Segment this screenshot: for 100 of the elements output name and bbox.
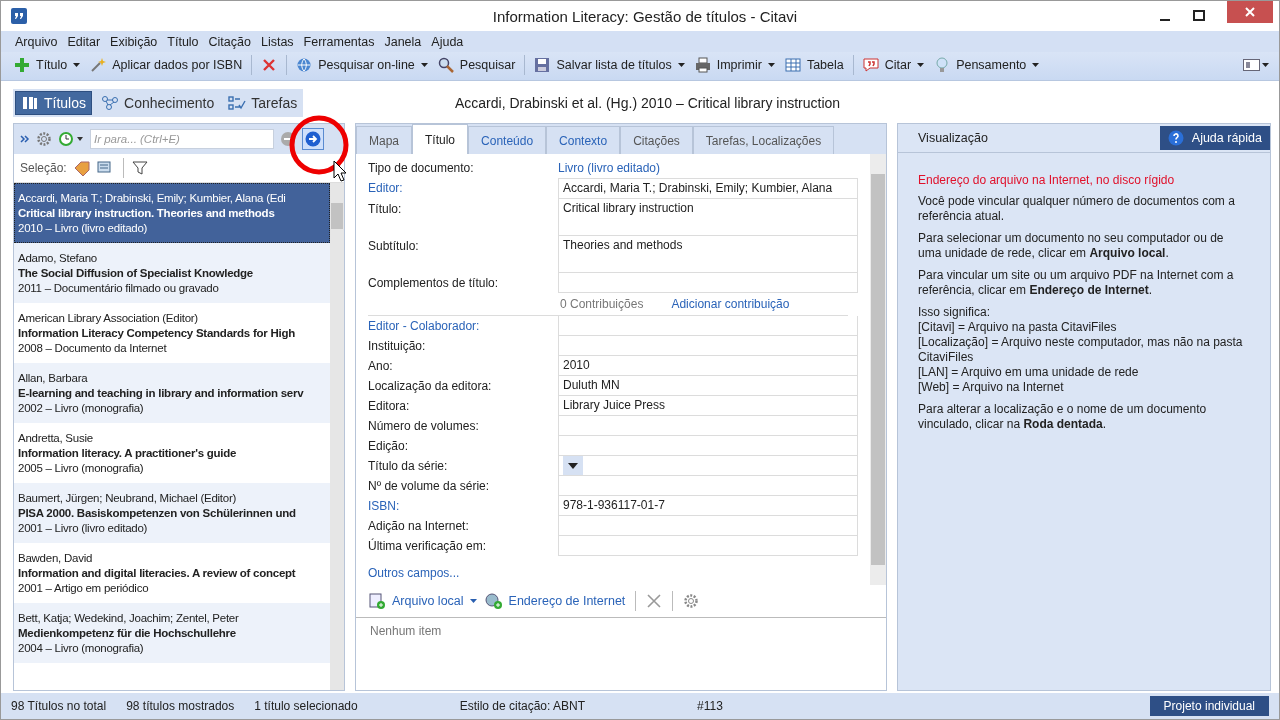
checklist-icon: [228, 95, 247, 111]
menu-item[interactable]: Citação: [208, 35, 251, 49]
toolbar-button[interactable]: Salvar lista de títulos: [531, 54, 688, 76]
highlight-circle: [288, 114, 350, 176]
reference-item[interactable]: Bawden, David Information and digital literacies. A review of concept 2001 – Artigo em periódico: [14, 543, 330, 603]
project-badge: Projeto individual: [1149, 696, 1269, 716]
menu-item[interactable]: Exibição: [110, 35, 158, 49]
toolbar-button[interactable]: Aplicar dados por ISBN: [87, 54, 246, 76]
go-button[interactable]: [302, 128, 324, 150]
help-text: Isso significa:: [918, 305, 992, 320]
field-label: Título da série:: [368, 458, 449, 475]
field-link[interactable]: ISBN:: [368, 496, 558, 516]
nav-tab[interactable]: Títulos: [15, 91, 92, 115]
close-button[interactable]: [1227, 1, 1273, 23]
field-label: Instituição:: [368, 338, 427, 355]
expand-icon[interactable]: [20, 134, 30, 144]
menu-item[interactable]: Arquivo: [15, 35, 58, 49]
help-text: Você pode vincular qualquer número de documentos com a referência atual.: [918, 194, 1236, 224]
close-icon: [1244, 6, 1256, 18]
status-text: 98 Títulos no total: [11, 699, 107, 713]
tag-icon[interactable]: [72, 160, 91, 176]
toolbar-button[interactable]: Título: [11, 54, 84, 76]
menu-item[interactable]: Janela: [384, 35, 422, 49]
scrollbar[interactable]: [330, 183, 344, 690]
layout-icon[interactable]: [1243, 59, 1269, 71]
reference-item[interactable]: Andretta, Susie Information literacy. A practitioner's guide 2005 – Livro (monografia): [14, 423, 330, 483]
menu-item[interactable]: Ajuda: [431, 35, 464, 49]
input-field[interactable]: [558, 476, 858, 496]
help-button[interactable]: Ajuda rápida: [1159, 126, 1270, 150]
menu-item[interactable]: Título: [167, 35, 199, 49]
editor-tab[interactable]: Contexto: [546, 126, 621, 154]
help-icon: [1167, 130, 1184, 146]
menu-item[interactable]: Listas: [260, 35, 294, 49]
filter-icon[interactable]: [131, 160, 148, 176]
wand-icon: [90, 57, 107, 73]
more-fields-link[interactable]: Outros campos...: [368, 566, 870, 580]
input-field[interactable]: [558, 273, 858, 293]
editor-tab[interactable]: Citações: [620, 126, 693, 154]
delete-icon[interactable]: [646, 593, 663, 609]
input-field[interactable]: [558, 536, 858, 556]
field-label: Subtítulo:: [368, 238, 420, 255]
nav-tab[interactable]: Tarefas: [223, 91, 303, 115]
toolbar-button[interactable]: Tabela: [781, 54, 847, 76]
lightbulb-icon: [934, 57, 951, 73]
toolbar-button[interactable]: Imprimir: [691, 54, 778, 76]
app-logo-icon: [11, 8, 27, 24]
gear-icon[interactable]: [36, 131, 52, 147]
input-field[interactable]: Duluth MN: [558, 376, 858, 396]
dropdown-field[interactable]: [558, 456, 858, 476]
editor-tab[interactable]: Conteúdo: [468, 126, 547, 154]
field-link[interactable]: Editor - Colaborador:: [368, 316, 558, 336]
toolbar-button[interactable]: Citar: [859, 54, 928, 76]
input-field[interactable]: 2010: [558, 356, 858, 376]
toolbar-button[interactable]: Pesquisar: [434, 54, 519, 76]
reference-item[interactable]: Bett, Katja; Wedekind, Joachim; Zentel, Peter Medienkompetenz für die Hochschullehre 2004 – Livro (monografia): [14, 603, 330, 663]
input-field[interactable]: [558, 416, 858, 436]
nav-tab[interactable]: Conhecimento: [96, 91, 220, 115]
reference-item[interactable]: Baumert, Jürgen; Neubrand, Michael (Editor) PISA 2000. Basiskompetenzen von Schülerinnen und 2001 – Livro (livro editado): [14, 483, 330, 543]
maximize-icon[interactable]: [1193, 10, 1205, 22]
add-contribution-link[interactable]: Adicionar contribuição: [671, 297, 790, 311]
editor-tab[interactable]: Título: [412, 124, 469, 154]
document-type-link[interactable]: Livro (livro editado): [558, 158, 661, 178]
scrollbar[interactable]: [870, 154, 886, 585]
input-field[interactable]: Theories and methods: [558, 236, 858, 273]
search-field[interactable]: Ir para... (Ctrl+E): [90, 129, 274, 149]
reference-item[interactable]: Accardi, Maria T.; Drabinski, Emily; Kumbier, Alana (Edi Critical library instruction. Theories and methods 2010 – Livro (livro editado): [14, 183, 330, 243]
input-field[interactable]: 978-1-936117-01-7: [558, 496, 858, 516]
reference-item[interactable]: American Library Association (Editor) Information Literacy Competency Standards for High 2008 – Documento da Internet: [14, 303, 330, 363]
input-field[interactable]: [558, 316, 858, 336]
clock-icon[interactable]: [58, 131, 84, 147]
input-field[interactable]: Library Juice Press: [558, 396, 858, 416]
document-plus-icon: [368, 593, 386, 609]
field-label: Localização da editora:: [368, 378, 493, 395]
record-heading: Accardi, Drabinski et al. (Hg.) 2010 – Critical library instruction: [455, 95, 841, 111]
attachment-button[interactable]: Arquivo local: [368, 593, 477, 609]
input-field[interactable]: Accardi, Maria T.; Drabinski, Emily; Kumbier, Alana: [558, 178, 858, 199]
help-text: [Localização] = Arquivo neste computador, mas não na pasta CitaviFiles: [918, 335, 1244, 365]
input-field[interactable]: [558, 516, 858, 536]
status-text: 98 títulos mostrados: [126, 699, 235, 713]
menu-item[interactable]: Ferramentas: [303, 35, 375, 49]
toolbar-button[interactable]: Pesquisar on-line: [293, 54, 431, 76]
menu-item[interactable]: Editar: [67, 35, 101, 49]
input-field[interactable]: Critical library instruction: [558, 199, 858, 236]
nodes-icon: [101, 95, 119, 111]
preview-tab[interactable]: Visualização: [918, 131, 988, 145]
field-label: Nº de volume da série:: [368, 478, 491, 495]
attachment-button[interactable]: Endereço de Internet: [484, 593, 626, 609]
gear-icon[interactable]: [683, 593, 700, 609]
editor-tab[interactable]: Mapa: [356, 126, 413, 154]
status-text: Estilo de citação: ABNT: [459, 699, 586, 713]
toolbar-button[interactable]: Pensamento: [931, 54, 1043, 76]
field-link[interactable]: Editor:: [368, 178, 558, 198]
reference-item[interactable]: Allan, Barbara E-learning and teaching in library and information serv 2002 – Livro (monografia): [14, 363, 330, 423]
help-heading: Endereço do arquivo na Internet, no disco rígido: [918, 173, 1176, 187]
contributions-count: 0 Contribuições: [560, 297, 644, 311]
reference-item[interactable]: Adamo, Stefano The Social Diffusion of Specialist Knowledge 2011 – Documentário filmado ou gravado: [14, 243, 330, 303]
empty-list-text: Nenhum item: [370, 624, 442, 638]
editor-tab[interactable]: Tarefas, Localizações: [692, 126, 835, 154]
input-field[interactable]: [558, 436, 858, 456]
input-field[interactable]: [558, 336, 858, 356]
